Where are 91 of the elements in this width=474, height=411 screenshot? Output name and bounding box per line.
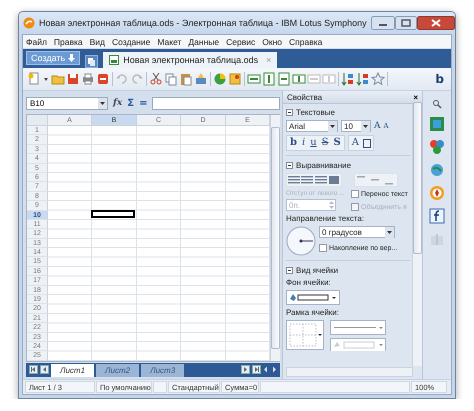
text-direction-label: Направление текста: xyxy=(286,214,366,223)
menu-item[interactable]: Вид xyxy=(90,36,106,46)
next-sheet-button[interactable] xyxy=(241,365,250,374)
menu-item[interactable]: Справка xyxy=(289,36,322,46)
cell-reference-field[interactable]: B10 xyxy=(26,96,108,110)
horizontal-scroll-arrows-icon[interactable] xyxy=(263,365,277,374)
menu-item[interactable]: Файл xyxy=(26,36,47,46)
document-tab[interactable]: Новая электронная таблица.ods × xyxy=(103,52,278,68)
maximize-button[interactable] xyxy=(394,16,417,30)
menu-item[interactable]: Правка xyxy=(54,36,83,46)
cell-background-label: Фон ячейки: xyxy=(286,278,332,287)
horizontal-scrollbar[interactable] xyxy=(286,367,413,377)
shadow-button[interactable]: S xyxy=(332,137,342,149)
menu-item[interactable]: Окно xyxy=(262,36,282,46)
close-button[interactable]: × xyxy=(413,92,418,102)
bold-button[interactable]: b xyxy=(432,72,447,86)
menu-item[interactable]: Создание xyxy=(112,36,150,46)
checkbox-box xyxy=(351,203,359,211)
pages-icon[interactable] xyxy=(85,55,98,68)
new-button[interactable]: Создать xyxy=(26,51,80,65)
brush-icon[interactable] xyxy=(194,72,208,86)
collapse-icon[interactable] xyxy=(286,266,293,274)
checkbox-box xyxy=(319,244,327,252)
globe-icon[interactable] xyxy=(429,162,445,178)
copy-icon[interactable] xyxy=(164,72,178,86)
formula-input[interactable] xyxy=(152,96,280,110)
formula-button[interactable]: = xyxy=(139,98,148,108)
chart-icon[interactable] xyxy=(213,72,227,86)
table-icon[interactable] xyxy=(247,72,261,86)
angle-dropdown[interactable]: 0 градусов xyxy=(319,226,395,238)
last-sheet-button[interactable] xyxy=(252,365,261,374)
search-icon[interactable] xyxy=(432,99,442,109)
underline-button[interactable]: u xyxy=(309,137,318,149)
close-button[interactable] xyxy=(416,16,455,30)
font-size-dropdown[interactable]: 10 xyxy=(341,120,371,132)
sheet-tab[interactable]: Лист3 xyxy=(141,364,184,377)
menu-item[interactable]: Сервис xyxy=(226,36,256,46)
cell-border-label: Рамка ячейки: xyxy=(286,308,340,317)
palette-icon[interactable] xyxy=(429,139,445,155)
collapse-icon[interactable] xyxy=(286,108,293,116)
window-title: Новая электронная таблица.ods - Электронная таблица - IBM Lotus Symphony xyxy=(39,18,367,28)
previous-sheet-button[interactable] xyxy=(40,365,49,374)
spreadsheet-icon xyxy=(109,55,120,65)
checkbox-box xyxy=(351,190,359,198)
line-color-dropdown[interactable] xyxy=(330,338,386,351)
print-icon[interactable] xyxy=(81,72,95,86)
italic-button[interactable]: i xyxy=(301,137,306,149)
first-sheet-button[interactable] xyxy=(29,365,38,374)
border-square-icon[interactable] xyxy=(362,138,371,148)
vertical-scrollbar[interactable] xyxy=(270,115,280,361)
font-dropdown[interactable]: Arial xyxy=(286,120,338,132)
bold-button[interactable]: b xyxy=(289,137,298,149)
function-wizard-button[interactable]: fx xyxy=(113,98,122,108)
grow-font-button[interactable]: A xyxy=(374,121,380,131)
alignment-buttons-drawing[interactable] xyxy=(286,173,342,187)
image-icon[interactable] xyxy=(228,72,242,86)
table-icon[interactable] xyxy=(292,72,306,86)
background-color-picker[interactable] xyxy=(286,290,340,305)
sort-icon[interactable] xyxy=(341,72,355,86)
arrow-down-icon xyxy=(68,54,76,62)
pdf-icon[interactable] xyxy=(96,72,110,86)
minimize-button[interactable] xyxy=(370,16,395,30)
vertical-scrollbar[interactable] xyxy=(412,104,422,366)
panel-title: Свойства xyxy=(287,92,322,102)
tab-close-button[interactable]: × xyxy=(266,55,272,65)
compass-icon[interactable] xyxy=(429,185,445,201)
function-icon[interactable] xyxy=(429,208,445,224)
app-icon xyxy=(23,17,35,29)
collapse-icon[interactable] xyxy=(286,162,293,168)
cell-grid[interactable] xyxy=(48,126,270,361)
table-icon[interactable] xyxy=(277,72,291,86)
section-title: Текстовые xyxy=(296,108,335,116)
save-icon[interactable] xyxy=(66,72,80,86)
star-icon[interactable] xyxy=(371,72,385,86)
cell-cursor xyxy=(91,210,135,218)
table-icon[interactable] xyxy=(262,72,276,86)
strikethrough-button[interactable]: S xyxy=(320,137,330,149)
paste-icon[interactable] xyxy=(179,72,193,86)
menu-item[interactable]: Данные xyxy=(188,36,220,46)
sum-button[interactable]: Σ xyxy=(127,98,134,108)
sheet-tab[interactable]: Лист1 xyxy=(51,364,94,377)
menu-item[interactable]: Макет xyxy=(157,36,182,46)
cube-icon[interactable] xyxy=(429,116,445,132)
line-style-dropdown[interactable] xyxy=(330,320,386,335)
section-title: Выравнивание xyxy=(296,160,352,170)
scissors-icon[interactable] xyxy=(149,72,163,86)
sort-icon[interactable] xyxy=(356,72,370,86)
spinner-arrows-icon xyxy=(328,200,335,210)
section-title: Вид ячейки xyxy=(296,266,338,274)
sheet-tab[interactable]: Лист2 xyxy=(96,364,140,377)
rotation-dial[interactable] xyxy=(286,226,316,256)
